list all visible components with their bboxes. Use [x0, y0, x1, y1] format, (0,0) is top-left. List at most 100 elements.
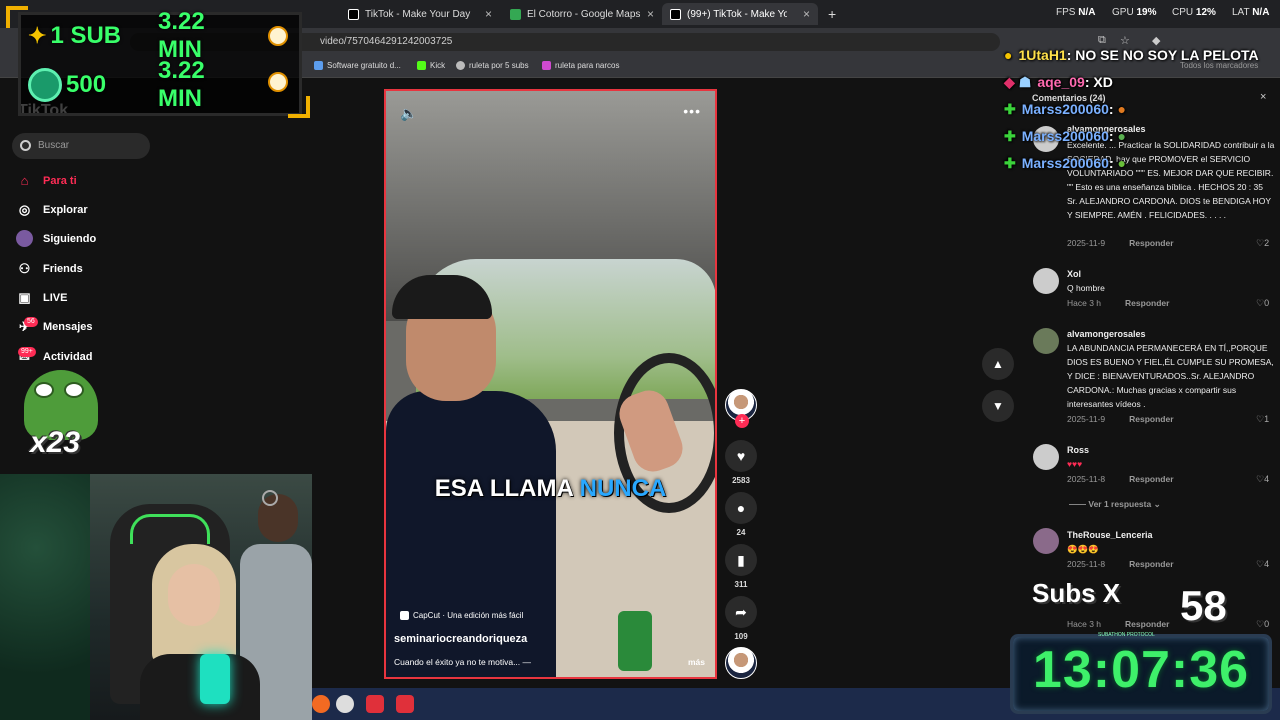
heart-icon: ♥ [736, 448, 746, 464]
sidebar-item-label: Mensajes [43, 320, 93, 333]
reply-button[interactable]: Responder [1125, 298, 1169, 308]
streamer-face [168, 564, 220, 626]
more-link[interactable]: más [688, 657, 705, 667]
subs-count: 58 [1180, 582, 1227, 629]
comment-avatar[interactable] [1033, 528, 1059, 554]
volume-icon[interactable]: 🔈 [400, 105, 417, 122]
sidebar-item-label: Para ti [43, 174, 77, 187]
comment-like[interactable]: ♡2 [1256, 238, 1269, 249]
extension-icon[interactable]: ◆ [1152, 34, 1160, 47]
comment-text: ♥♥♥ [1067, 459, 1083, 469]
overlay-corner-icon [288, 96, 310, 118]
share-button[interactable]: ➦ [725, 596, 757, 628]
sidebar-item-para-ti[interactable]: ⌂ Para ti [16, 172, 77, 189]
music-avatar[interactable] [725, 647, 757, 679]
comment-user[interactable]: alvamongerosales [1067, 329, 1146, 339]
chat-text: : [1108, 155, 1114, 171]
app-icon[interactable] [396, 695, 414, 713]
comment-like[interactable]: ♡4 [1256, 474, 1269, 485]
reply-button[interactable]: Responder [1129, 559, 1173, 569]
bookmark-favicon-icon [542, 61, 551, 70]
comment-avatar[interactable] [1033, 268, 1059, 294]
heart-outline-icon: ♡ [1256, 238, 1265, 248]
close-tab-icon[interactable]: × [803, 7, 810, 21]
sidebar-item-live[interactable]: ▣ LIVE [16, 289, 67, 306]
view-replies-button[interactable]: —— Ver 1 respuesta ⌄ [1069, 499, 1161, 510]
tab-maps[interactable]: El Cotorro - Google Maps × [502, 3, 662, 25]
tiktok-favicon-icon [348, 8, 359, 20]
caption-text: ESA LLAMA [434, 475, 573, 502]
bookmark-label: ruleta por 5 subs [469, 61, 529, 70]
bookmark-kick[interactable]: Kick [417, 61, 445, 70]
close-icon[interactable]: × [1260, 91, 1266, 103]
subs-multiplier-label: Subs X [1032, 578, 1121, 608]
christmas-tree [0, 474, 90, 720]
comment-meta: 2025-11-9 Responder [1067, 238, 1174, 248]
tab-label: El Cotorro - Google Maps [527, 8, 641, 20]
comment-user[interactable]: Xol [1067, 269, 1081, 279]
bookmark-label: Kick [430, 61, 446, 70]
bookmark-icon: ▮ [737, 551, 745, 568]
comment-like[interactable]: ♡4 [1256, 559, 1269, 570]
comment-user[interactable]: Ross [1067, 445, 1089, 455]
bookmark-ruleta-narcos[interactable]: ruleta para narcos [542, 61, 619, 70]
view-replies-label: Ver 1 respuesta [1088, 499, 1152, 509]
chat-user: aqe_09 [1037, 74, 1085, 90]
kick-icon [417, 61, 426, 70]
comment-like[interactable]: ♡1 [1256, 414, 1269, 425]
media-player-icon[interactable] [336, 695, 354, 713]
reply-button[interactable]: Responder [1129, 474, 1173, 484]
chat-message: ✚ Marss200060: ● [1004, 128, 1126, 145]
video-player[interactable]: 🔈 ••• ESA LLAMA NUNCA CapCut · Una edici… [384, 89, 717, 679]
comment-like[interactable]: ♡0 [1256, 619, 1269, 630]
bookmark-software[interactable]: Software gratuito d... [314, 61, 401, 70]
app-icon[interactable] [366, 695, 384, 713]
comment-like-count: 4 [1264, 559, 1270, 569]
next-video-button[interactable]: ▼ [982, 390, 1014, 422]
video-caption: ESA LLAMA NUNCA [386, 475, 715, 503]
sidebar-item-siguiendo[interactable]: Siguiendo [16, 230, 96, 247]
reply-button[interactable]: Responder [1125, 619, 1169, 629]
plus-icon: ✚ [1004, 128, 1016, 144]
maps-favicon-icon [510, 8, 521, 20]
close-tab-icon[interactable]: × [647, 7, 654, 21]
close-tab-icon[interactable]: × [485, 7, 492, 21]
sidebar-item-label: Siguiendo [43, 232, 97, 245]
bookmark-ruleta-subs[interactable]: ruleta por 5 subs [456, 61, 529, 70]
tab-tiktok-active[interactable]: (99+) TikTok - Make Your Da × [662, 3, 818, 25]
app-icon[interactable] [312, 695, 330, 713]
comment-avatar[interactable] [1033, 328, 1059, 354]
comment-meta: 2025-11-9 Responder [1067, 414, 1174, 424]
sidebar-item-friends[interactable]: ⚇ Friends [16, 260, 83, 277]
comment-like[interactable]: ♡0 [1256, 298, 1269, 309]
follow-button[interactable]: + [735, 414, 749, 428]
bookmark-star-icon[interactable]: ☆ [1120, 34, 1130, 47]
chair-stripe [130, 514, 210, 544]
webcam-feed [0, 474, 312, 720]
new-tab-button[interactable]: + [820, 3, 844, 25]
tab-tiktok[interactable]: TikTok - Make Your Day × [340, 3, 500, 25]
search-input[interactable]: Buscar [12, 133, 150, 159]
like-button[interactable]: ♥ [725, 440, 757, 472]
share-count: 109 [734, 632, 748, 641]
video-author[interactable]: seminariocreandoriqueza [394, 633, 527, 645]
rgb-lamp [200, 654, 230, 704]
reply-button[interactable]: Responder [1129, 238, 1173, 248]
comment-date: Hace 3 h [1067, 298, 1102, 308]
more-options-icon[interactable]: ••• [683, 103, 701, 119]
comment-avatar[interactable] [1033, 444, 1059, 470]
comment-user[interactable]: TheRouse_Lenceria [1067, 530, 1153, 540]
chat-text: : NO SE NO SOY LA PELOTA [1066, 47, 1259, 63]
save-button[interactable]: ▮ [725, 544, 757, 576]
comment-text: LA ABUNDANCIA PERMANECERÁ EN TÍ,,PORQUE … [1067, 343, 1274, 409]
comment-button[interactable]: ● [725, 492, 757, 524]
reply-button[interactable]: Responder [1129, 414, 1173, 424]
caption-highlight: NUNCA [579, 475, 667, 502]
capcut-icon [400, 611, 409, 620]
previous-video-button[interactable]: ▲ [982, 348, 1014, 380]
install-icon[interactable]: ⧉ [1098, 34, 1106, 47]
sidebar-item-explorar[interactable]: ◎ Explorar [16, 201, 88, 218]
comment-like-count: 0 [1264, 298, 1270, 308]
sidebar-item-label: Actividad [43, 350, 93, 363]
capcut-link[interactable]: CapCut · Una edición más fácil [400, 611, 523, 620]
